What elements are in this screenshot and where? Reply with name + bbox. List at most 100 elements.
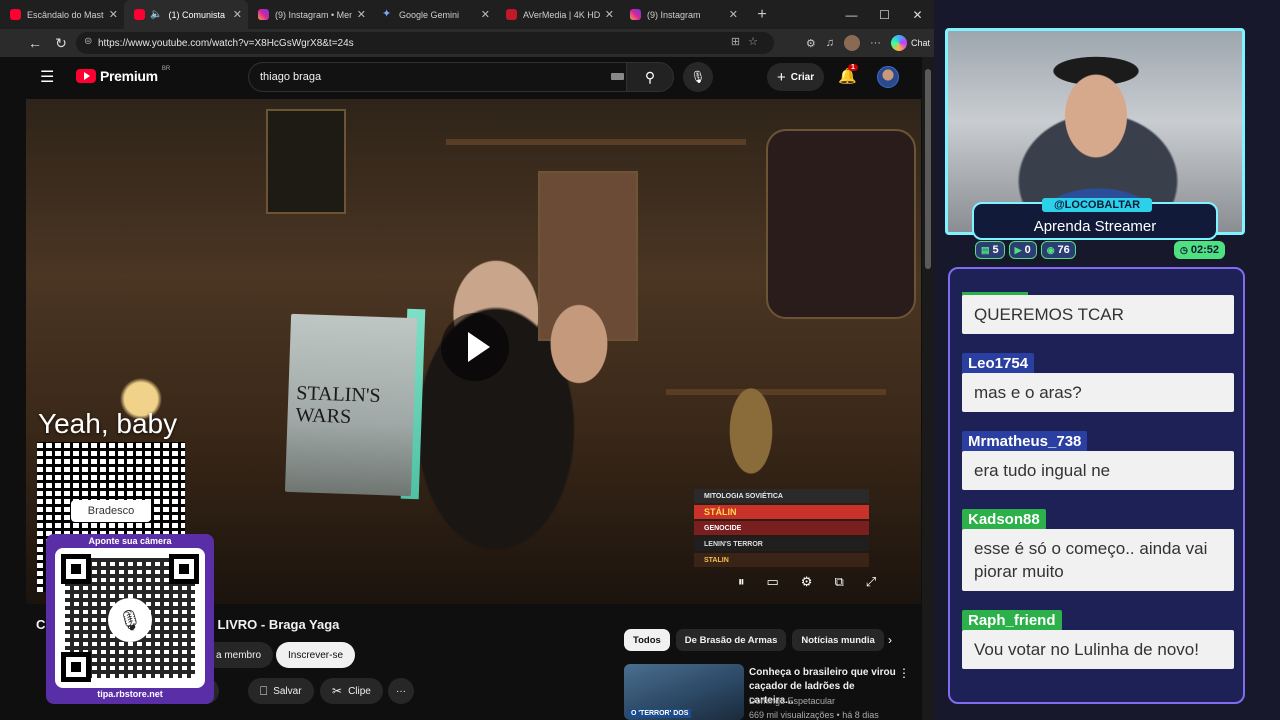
lock-icon: ⊜	[84, 36, 93, 47]
notification-badge: 1	[848, 64, 858, 71]
save-label: Salvar	[273, 685, 302, 697]
country-code: BR	[161, 66, 171, 72]
microphone-icon: 🎙	[690, 70, 706, 84]
subtitles-icon[interactable]: ▭	[767, 574, 779, 590]
video-icon: ▶	[1014, 244, 1022, 255]
address-bar: ← ↻ ⊜ https://www.youtube.com/watch?v=X8…	[0, 29, 934, 57]
create-button[interactable]: + Criar	[767, 63, 825, 91]
pause-icon[interactable]: ⏸	[738, 574, 745, 590]
video-title: u LIVRO - Braga Yaga	[206, 617, 340, 632]
recommendation-thumbnail[interactable]: O 'TERROR' DOS	[624, 664, 744, 720]
more-icon[interactable]: ···	[870, 37, 881, 49]
extensions-icon[interactable]: ⚙	[806, 37, 816, 50]
maximize-icon[interactable]: ☐	[868, 0, 901, 29]
subscribe-button[interactable]: Inscrever-se	[276, 642, 356, 668]
avatar[interactable]	[877, 66, 899, 88]
qr-code: 🎙	[55, 548, 205, 688]
viewer-count: 76	[1057, 244, 1070, 256]
search-value: thiago braga	[260, 71, 322, 83]
tab-label: (1) Comunista CH	[168, 9, 228, 20]
chip-noticias[interactable]: Notícias mundia	[792, 629, 884, 651]
stream-time: 02:52	[1190, 244, 1219, 256]
chevron-right-icon[interactable]: ›	[888, 633, 892, 647]
settings-icon[interactable]: ⚙	[801, 574, 813, 590]
youtube-play-icon	[76, 69, 96, 83]
tab-bar: Escândalo do Master s ✕ 🔈 (1) Comunista …	[0, 0, 934, 29]
microphone-icon: 🎙	[108, 598, 152, 642]
keyboard-icon[interactable]	[611, 73, 624, 80]
chat-message: esse é só o começo.. ainda vai piorar mu…	[962, 529, 1234, 591]
tab-gemini[interactable]: ✦ Google Gemini ✕	[372, 0, 496, 29]
browser-toolbar: ⚙ ♫ ··· Chat	[806, 32, 930, 54]
streamer-badge: @LOCOBALTAR Aprenda Streamer	[972, 198, 1218, 240]
search-icon: ⚲	[644, 68, 656, 85]
close-icon[interactable]: ✕	[605, 8, 614, 21]
tab-label: Google Gemini	[399, 9, 460, 20]
miniplayer-icon[interactable]: ⧉	[834, 574, 843, 590]
recommendation-channel[interactable]: Domingo Espetacular	[749, 696, 835, 706]
poster-frame	[266, 109, 346, 214]
chat-username: Raph_friend	[962, 610, 1062, 631]
close-window-icon[interactable]: ✕	[901, 0, 934, 29]
tab-escandalo[interactable]: Escândalo do Master s ✕	[0, 0, 124, 29]
tab-instagram-messages[interactable]: (9) Instagram • Mensa ✕	[248, 0, 372, 29]
more-vert-icon[interactable]: ⋮	[898, 666, 910, 680]
chip-brasao[interactable]: De Brasão de Armas	[675, 629, 787, 651]
create-label: Criar	[790, 71, 815, 83]
plus-icon: +	[777, 68, 786, 86]
qr-finder	[61, 554, 91, 584]
media-icon[interactable]: ♫	[826, 37, 834, 49]
url-text: https://www.youtube.com/watch?v=X8HcGsWg…	[98, 37, 354, 49]
scrollbar-thumb[interactable]	[925, 69, 931, 269]
close-icon[interactable]: ✕	[481, 8, 490, 21]
overlay-caption: Yeah, baby	[38, 408, 178, 439]
back-arrow-icon[interactable]: ←	[22, 30, 48, 56]
stack-book: LENIN'S TERROR	[694, 537, 869, 551]
chip-todos[interactable]: Todos	[624, 629, 670, 651]
chat-message: QUEREMOS TCAR	[962, 295, 1234, 334]
bookmark-icon: ⎕	[260, 683, 268, 698]
tab-instagram[interactable]: (9) Instagram ✕	[620, 0, 744, 29]
star-icon[interactable]: ⊞☆	[731, 35, 766, 48]
tab-avermedia[interactable]: AVerMedia | 4K HDMI ✕	[496, 0, 620, 29]
close-icon[interactable]: ✕	[729, 8, 738, 21]
reload-icon[interactable]: ↻	[48, 30, 74, 56]
scissors-icon: ✂	[332, 684, 343, 698]
bank-label: Bradesco	[71, 500, 151, 522]
url-field[interactable]: ⊜ https://www.youtube.com/watch?v=X8HcGs…	[76, 32, 774, 54]
streamer-handle: @LOCOBALTAR	[1042, 198, 1152, 212]
search-button[interactable]: ⚲	[626, 62, 674, 92]
hamburger-menu-icon[interactable]: ☰	[40, 67, 54, 87]
streamer-tagline: Aprenda Streamer	[1033, 218, 1157, 235]
tab-label: (9) Instagram • Mensa	[275, 9, 352, 20]
chat-message: mas e o aras?	[962, 373, 1234, 412]
youtube-logo[interactable]: Premium BR	[76, 66, 171, 84]
play-button[interactable]	[441, 313, 509, 381]
shelf	[446, 139, 746, 145]
chat-username: Mrmatheus_738	[962, 431, 1088, 452]
speaker-icon[interactable]: 🔈	[150, 9, 162, 20]
video-count: 0	[1024, 244, 1031, 256]
profile-avatar[interactable]	[843, 35, 860, 51]
save-button[interactable]: ⎕ Salvar	[248, 678, 314, 704]
recommendation-meta: 669 mil visualizações • há 8 dias	[749, 710, 879, 720]
fullscreen-icon[interactable]: ⤢	[866, 574, 876, 590]
voice-search-button[interactable]: 🎙	[683, 62, 713, 92]
close-icon[interactable]: ✕	[233, 8, 242, 21]
search-input[interactable]: thiago braga ✕	[248, 62, 650, 92]
avermedia-icon	[506, 9, 517, 20]
filter-chips: Todos De Brasão de Armas Notícias mundia	[624, 629, 884, 651]
copilot-chat-button[interactable]: Chat	[890, 35, 930, 51]
more-actions-button[interactable]: ···	[388, 678, 414, 704]
new-tab-button[interactable]: +	[750, 6, 774, 24]
scrollbar[interactable]	[922, 57, 934, 720]
notifications-button[interactable]: 🔔 1	[838, 64, 858, 85]
stream-chat: QUEREMOS TCAR Leo1754 mas e o aras? Mrma…	[948, 267, 1245, 704]
close-icon[interactable]: ✕	[109, 8, 118, 21]
clip-button[interactable]: ✂ Clipe	[320, 678, 383, 704]
tab-comunista[interactable]: 🔈 (1) Comunista CH ✕	[124, 0, 248, 29]
minimize-icon[interactable]: —	[835, 0, 868, 29]
book-cover: STALIN'S WARS	[284, 313, 418, 497]
close-icon[interactable]: ✕	[357, 8, 366, 21]
more-icon: ···	[396, 685, 406, 697]
